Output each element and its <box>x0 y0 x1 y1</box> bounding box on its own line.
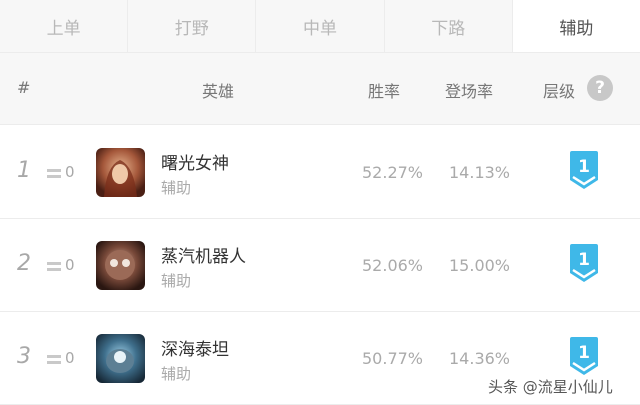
header-hero: 英雄 <box>202 82 235 101</box>
tier-label: 1 <box>578 343 590 363</box>
tier-label: 1 <box>578 250 590 270</box>
header-pick-rate[interactable]: 登场率 <box>445 78 493 102</box>
tab-jungle[interactable]: 打野 <box>128 0 257 52</box>
rank-number: 2 <box>17 251 31 276</box>
tab-mid[interactable]: 中单 <box>256 0 385 52</box>
tab-top[interactable]: 上单 <box>0 0 129 52</box>
hero-role: 辅助 <box>161 179 192 197</box>
table-row[interactable]: 2 0 蒸汽机器人 辅助 52.06% 15.00% 1 <box>0 219 640 312</box>
hero-name[interactable]: 蒸汽机器人 <box>161 242 246 267</box>
tier-label: 1 <box>578 157 590 177</box>
pick-rate-value: 14.13% <box>449 163 511 182</box>
header-rank: # <box>17 78 31 97</box>
tab-bottom[interactable]: 下路 <box>385 0 513 52</box>
pick-rate-value: 15.00% <box>449 256 511 275</box>
win-rate-value: 52.27% <box>362 163 424 182</box>
hero-name[interactable]: 曙光女神 <box>161 149 229 174</box>
hero-portrait-icon[interactable] <box>96 241 145 290</box>
hero-role: 辅助 <box>161 272 192 290</box>
win-rate-value: 52.06% <box>362 256 424 275</box>
watermark: 头条 @流星小仙儿 <box>488 378 613 396</box>
tier-badge-icon: 1 <box>566 336 602 376</box>
rank-change: 0 <box>65 349 75 367</box>
hero-portrait-icon[interactable] <box>96 148 145 197</box>
tab-support[interactable]: 辅助 <box>512 0 640 52</box>
rank-change: 0 <box>65 256 75 274</box>
win-rate-value: 50.77% <box>362 349 424 368</box>
rank-number: 3 <box>17 344 31 369</box>
tier-badge-icon: 1 <box>566 243 602 283</box>
hero-portrait-icon[interactable] <box>96 334 145 383</box>
equal-icon <box>47 169 61 179</box>
help-icon[interactable]: ? <box>587 75 613 101</box>
pick-rate-value: 14.36% <box>449 349 511 368</box>
lane-tabs: 上单 打野 中单 下路 辅助 <box>0 0 640 53</box>
equal-icon <box>47 355 61 365</box>
rank-change: 0 <box>65 163 75 181</box>
hero-name[interactable]: 深海泰坦 <box>161 335 229 360</box>
equal-icon <box>47 262 61 272</box>
header-tier: 层级 <box>543 82 576 101</box>
tier-badge-icon: 1 <box>566 150 602 190</box>
rank-number: 1 <box>17 158 31 183</box>
table-row[interactable]: 1 0 曙光女神 辅助 52.27% 14.13% 1 <box>0 126 640 219</box>
hero-role: 辅助 <box>161 365 192 383</box>
table-header: # 英雄 胜率 登场率 层级 <box>0 53 640 125</box>
header-win-rate[interactable]: 胜率 <box>368 78 400 102</box>
